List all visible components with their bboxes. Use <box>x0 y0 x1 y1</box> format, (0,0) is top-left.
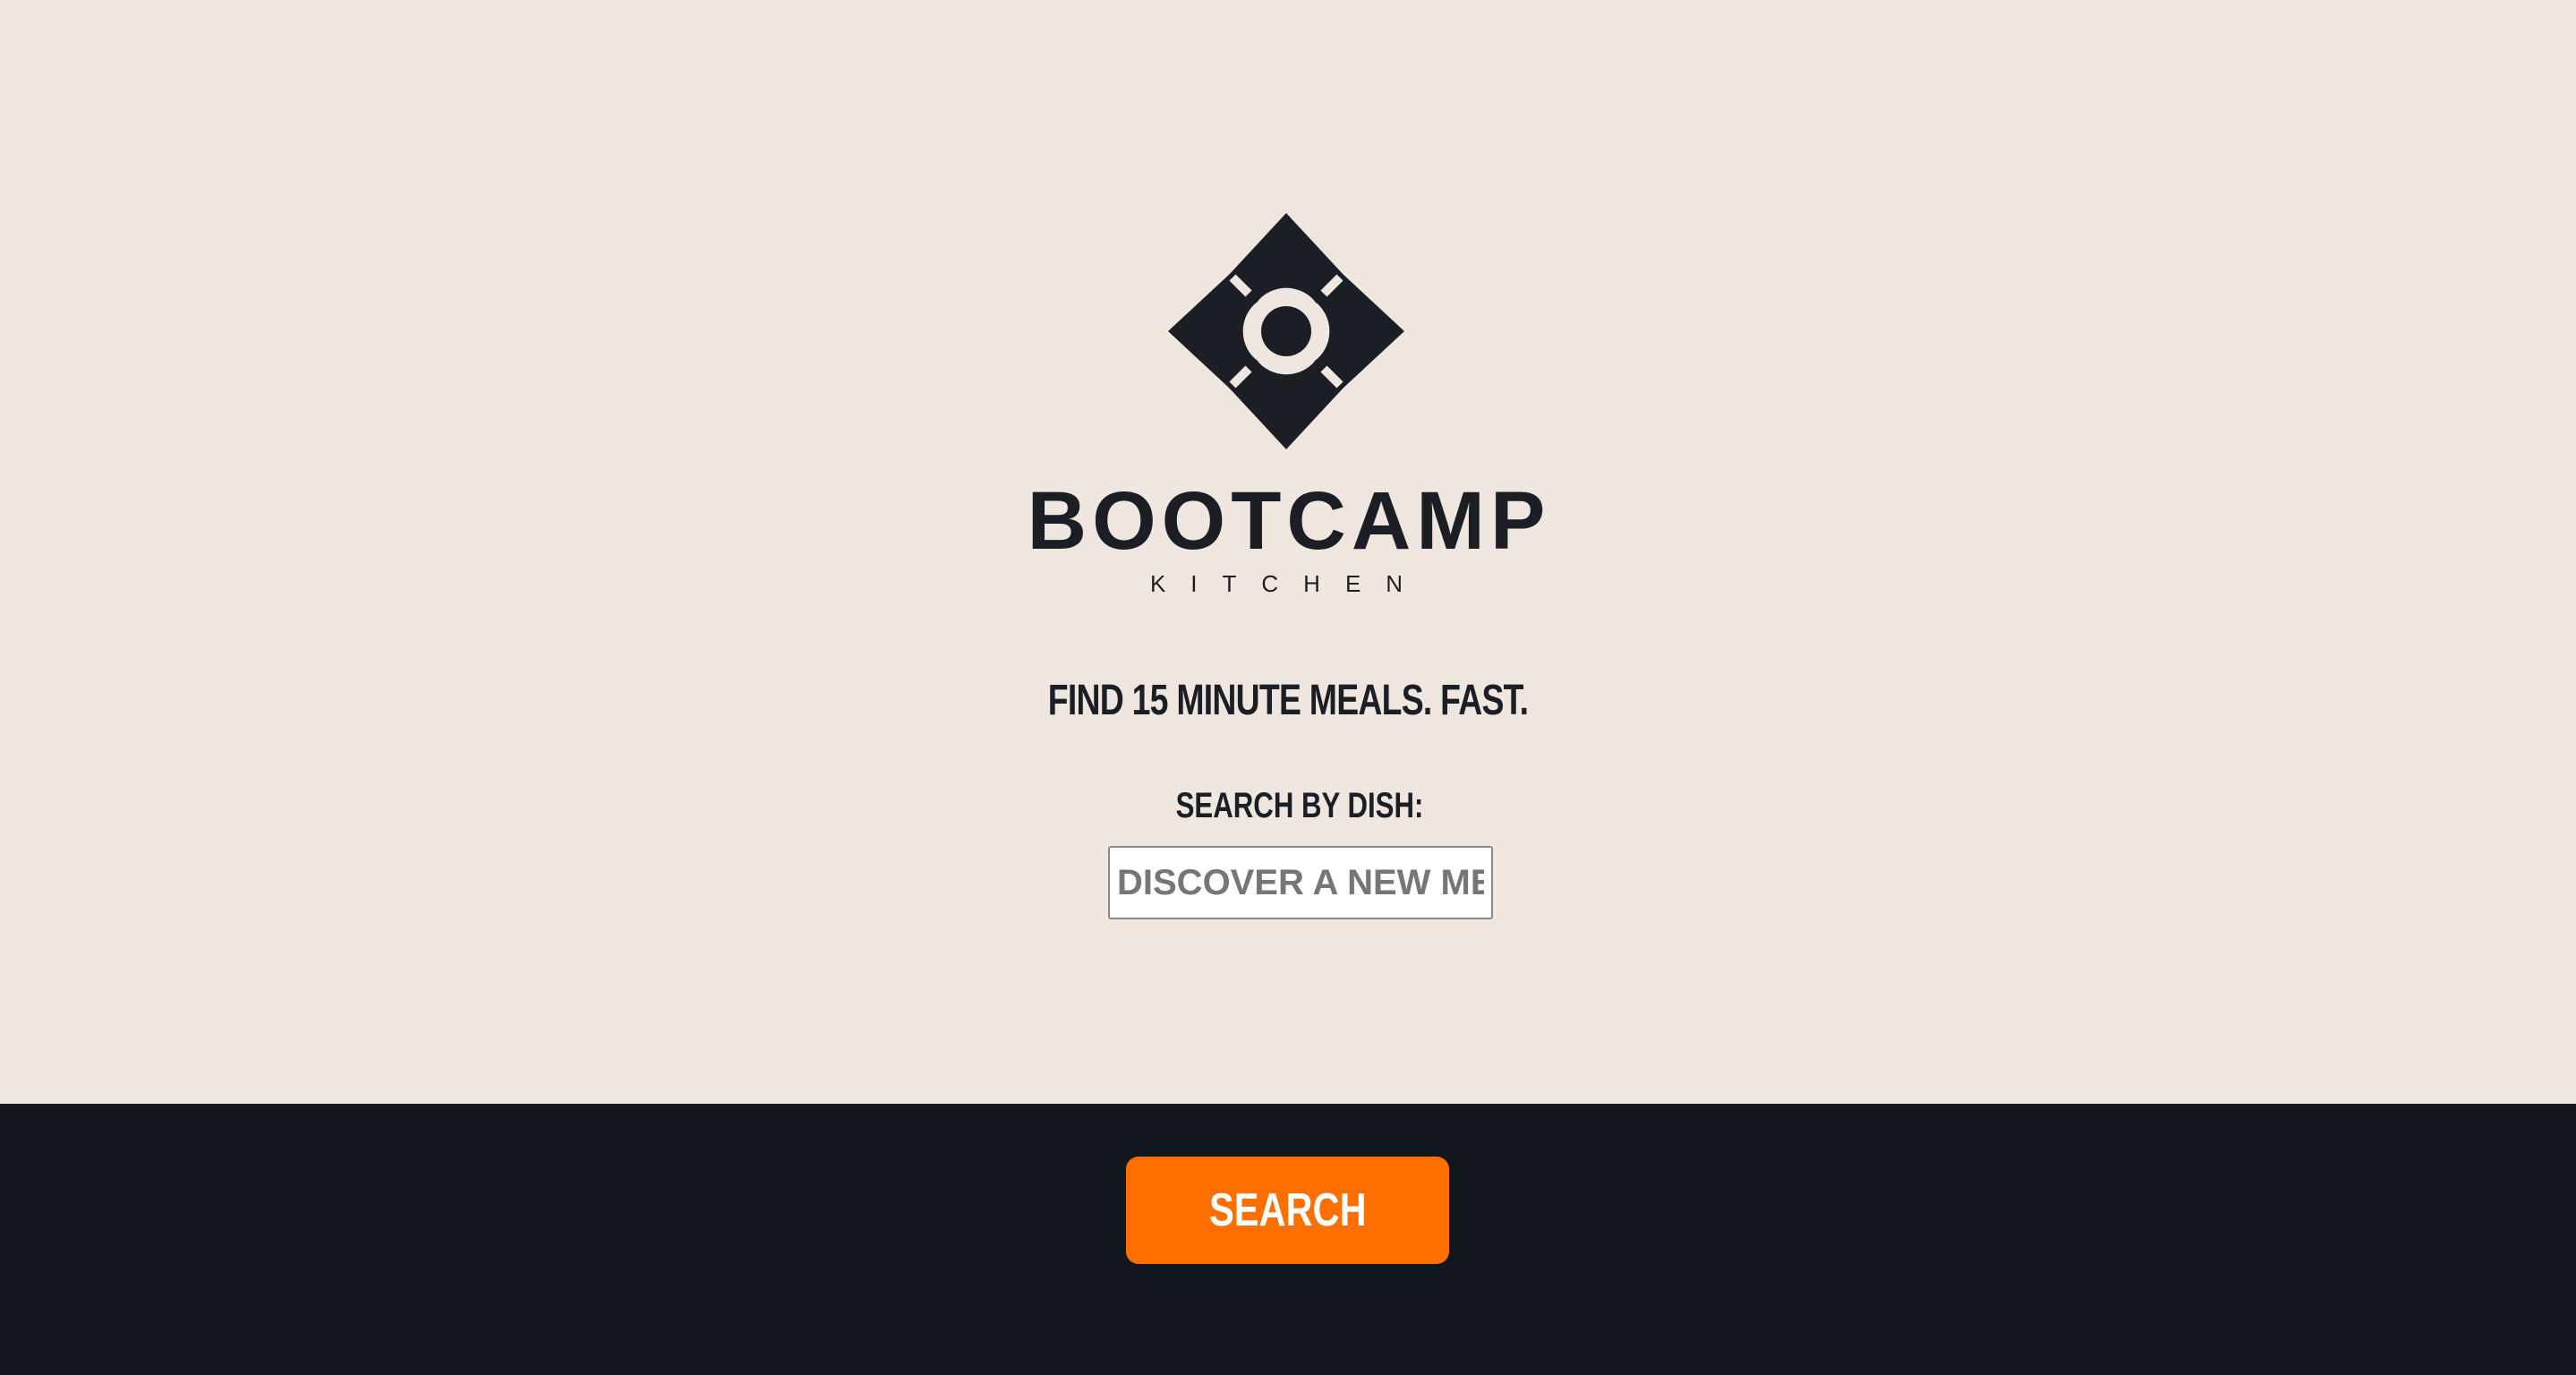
brand-subtitle: KITCHEN <box>1150 570 1428 595</box>
search-label: SEARCH BY DISH: <box>1175 786 1424 825</box>
search-button-label: SEARCH <box>1208 1184 1367 1236</box>
flower-diamond-icon <box>1168 213 1404 449</box>
brand-wordmark: BOOTCAMP KITCHEN <box>1028 479 1551 595</box>
hero-section: BOOTCAMP KITCHEN FIND 15 MINUTE MEALS. F… <box>0 0 2576 1104</box>
search-button[interactable]: SEARCH <box>1126 1157 1449 1264</box>
brand-name: BOOTCAMP <box>1028 479 1551 567</box>
tagline: FIND 15 MINUTE MEALS. FAST. <box>1047 677 1529 724</box>
footer-bar: SEARCH <box>0 1104 2576 1375</box>
search-input[interactable] <box>1108 846 1493 919</box>
